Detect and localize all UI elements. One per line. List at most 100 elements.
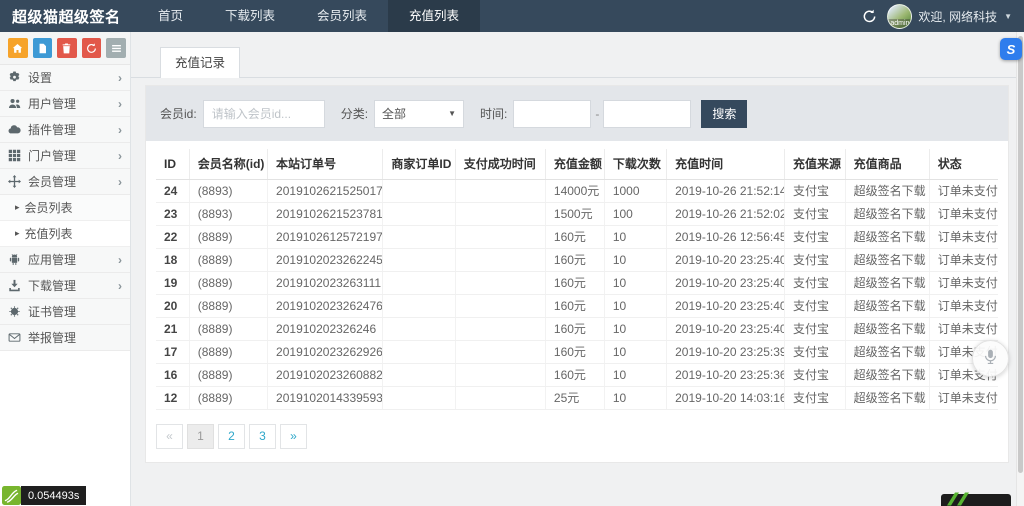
table-cell xyxy=(455,340,546,364)
table-cell xyxy=(382,340,456,364)
table-cell: 支付宝 xyxy=(784,271,846,295)
column-header: 状态 xyxy=(929,149,998,180)
sidebar-item-download-mgmt[interactable]: 下载管理 › xyxy=(0,273,130,299)
sidebar-item-app-mgmt[interactable]: 应用管理 › xyxy=(0,247,130,273)
cogs-icon xyxy=(8,71,21,84)
pagination-3[interactable]: 3 xyxy=(249,423,276,449)
table-cell: (8889) xyxy=(189,386,269,410)
table-cell: 17 xyxy=(156,340,190,364)
sidebar-menu: 设置 › 用户管理 › 插件管理 › 门户管理 › 会员管理 › ▸ 会员列表 ▸ 充值列表 应用管理 › 下载… xyxy=(0,65,130,351)
scrollbar-track[interactable] xyxy=(1016,32,1024,506)
member-id-input[interactable] xyxy=(202,99,325,128)
quick-file-button[interactable] xyxy=(32,38,53,58)
sidebar-subitem-recharge-list[interactable]: ▸ 充值列表 xyxy=(0,221,130,247)
column-header: 下载次数 xyxy=(604,149,668,180)
sidebar-subitem-member-list[interactable]: ▸ 会员列表 xyxy=(0,195,130,221)
caret-down-icon: ▼ xyxy=(1004,11,1012,21)
nav-item-download-list[interactable]: 下载列表 xyxy=(204,0,296,32)
pagination-prev[interactable]: « xyxy=(156,423,183,449)
quick-list-button[interactable] xyxy=(106,38,126,58)
table-cell: 支付宝 xyxy=(784,179,846,203)
quick-trash-button[interactable] xyxy=(57,38,77,58)
table-cell: 160元 xyxy=(545,248,605,272)
table-cell: 支付宝 xyxy=(784,225,846,249)
table-cell: 16 xyxy=(156,363,190,387)
trash-icon xyxy=(61,43,72,54)
tab-recharge-records[interactable]: 充值记录 xyxy=(160,47,241,78)
pagination-2[interactable]: 2 xyxy=(218,423,245,449)
sidebar-item-label: 设置 xyxy=(28,71,53,85)
table-cell: 超级签名下载 xyxy=(845,225,930,249)
table-cell: 支付宝 xyxy=(784,317,846,341)
ime-indicator[interactable]: S xyxy=(1000,38,1022,60)
table-cell: 10 xyxy=(604,317,668,341)
column-header: 商家订单ID xyxy=(382,149,456,180)
table-cell: 超级签名下载 xyxy=(845,248,930,272)
quick-home-button[interactable] xyxy=(8,38,28,58)
table-body: 24 (8893) 20191026215250170 14000元 1000 2019-… xyxy=(156,179,998,410)
badge-icon xyxy=(8,305,21,318)
quick-recycle-button[interactable] xyxy=(81,38,102,58)
table-cell: 14000元 xyxy=(545,179,605,203)
pagination-1[interactable]: 1 xyxy=(187,423,214,449)
elapsed-time: 0.054493s xyxy=(21,486,87,505)
sidebar-item-cert-mgmt[interactable]: 证书管理 xyxy=(0,299,130,325)
table-cell: 2019-10-26 12:56:45 xyxy=(666,225,785,249)
sidebar-item-member-mgmt[interactable]: 会员管理 › xyxy=(0,169,130,195)
table-cell: (8889) xyxy=(189,363,269,387)
category-select[interactable]: 全部 ▼ xyxy=(374,99,465,128)
table-row: 22 (8889) 20191026125721976 160元 10 2019-10-2… xyxy=(156,225,998,249)
sidebar-item-plugin-mgmt[interactable]: 插件管理 › xyxy=(0,117,130,143)
table-cell: 10 xyxy=(604,294,668,318)
table-cell: 2019-10-20 23:25:40 xyxy=(666,248,785,272)
table-cell: 超级签名下载 xyxy=(845,363,930,387)
user-menu[interactable]: admin 欢迎, 网络科技 ▼ xyxy=(887,3,1012,29)
scrollbar-thumb[interactable] xyxy=(1018,36,1023,473)
voice-assistant-button[interactable] xyxy=(972,340,1009,377)
trace-logo-icon[interactable] xyxy=(2,486,21,505)
table-row: 16 (8889) 2019102023260882 160元 10 2019-10-20… xyxy=(156,363,998,387)
table-cell xyxy=(382,225,456,249)
pagination-next[interactable]: » xyxy=(280,423,307,449)
time-separator: - xyxy=(595,106,600,121)
table-row: 12 (8889) 2019102014339593 25元 10 2019-10-20 … xyxy=(156,386,998,410)
table-cell: (8889) xyxy=(189,271,269,295)
table-cell xyxy=(455,202,546,226)
category-select-value: 全部 xyxy=(382,107,407,121)
sidebar-item-report-mgmt[interactable]: 举报管理 xyxy=(0,325,130,351)
table-cell: 160元 xyxy=(545,271,605,295)
table-header-row: ID 会员名称(id) 本站订单号 商家订单ID 支付成功时间 充值金额 下载次数 充值时间充… xyxy=(156,149,998,180)
nav-item-home[interactable]: 首页 xyxy=(137,0,204,32)
column-header: 充值来源 xyxy=(784,149,846,180)
sidebar-item-portal-mgmt[interactable]: 门户管理 › xyxy=(0,143,130,169)
chevron-right-icon: › xyxy=(118,252,122,267)
table-cell: 订单未支付 xyxy=(929,179,998,203)
table-cell: 超级签名下载 xyxy=(845,202,930,226)
table-cell xyxy=(382,317,456,341)
sidebar-item-user-mgmt[interactable]: 用户管理 › xyxy=(0,91,130,117)
table-cell: 1000 xyxy=(604,179,668,203)
table-cell xyxy=(455,386,546,410)
refresh-button[interactable] xyxy=(862,9,877,24)
nav-item-member-list[interactable]: 会员列表 xyxy=(296,0,388,32)
time-from-input[interactable] xyxy=(513,99,592,128)
bottom-right-widget[interactable] xyxy=(941,492,1011,506)
time-to-input[interactable] xyxy=(603,99,692,128)
table-cell: 订单未支付 xyxy=(929,294,998,318)
envelope-icon xyxy=(8,331,21,344)
users-icon xyxy=(8,97,21,110)
table-cell: 160元 xyxy=(545,363,605,387)
table-cell: 160元 xyxy=(545,225,605,249)
table-cell: 超级签名下载 xyxy=(845,294,930,318)
table-cell: 支付宝 xyxy=(784,202,846,226)
table-cell: 超级签名下载 xyxy=(845,340,930,364)
sidebar-item-settings[interactable]: 设置 › xyxy=(0,65,130,91)
table-cell: 20191026215237815 xyxy=(267,202,384,226)
table-cell: 订单未支付 xyxy=(929,202,998,226)
table-cell xyxy=(455,317,546,341)
recharge-table: ID 会员名称(id) 本站订单号 商家订单ID 支付成功时间 充值金额 下载次数 充值时间充… xyxy=(156,149,998,410)
table-cell: (8893) xyxy=(189,202,269,226)
nav-item-recharge-list[interactable]: 充值列表 xyxy=(388,0,481,32)
search-button[interactable]: 搜索 xyxy=(701,99,748,128)
table-cell: 2019102023262926 xyxy=(267,340,384,364)
